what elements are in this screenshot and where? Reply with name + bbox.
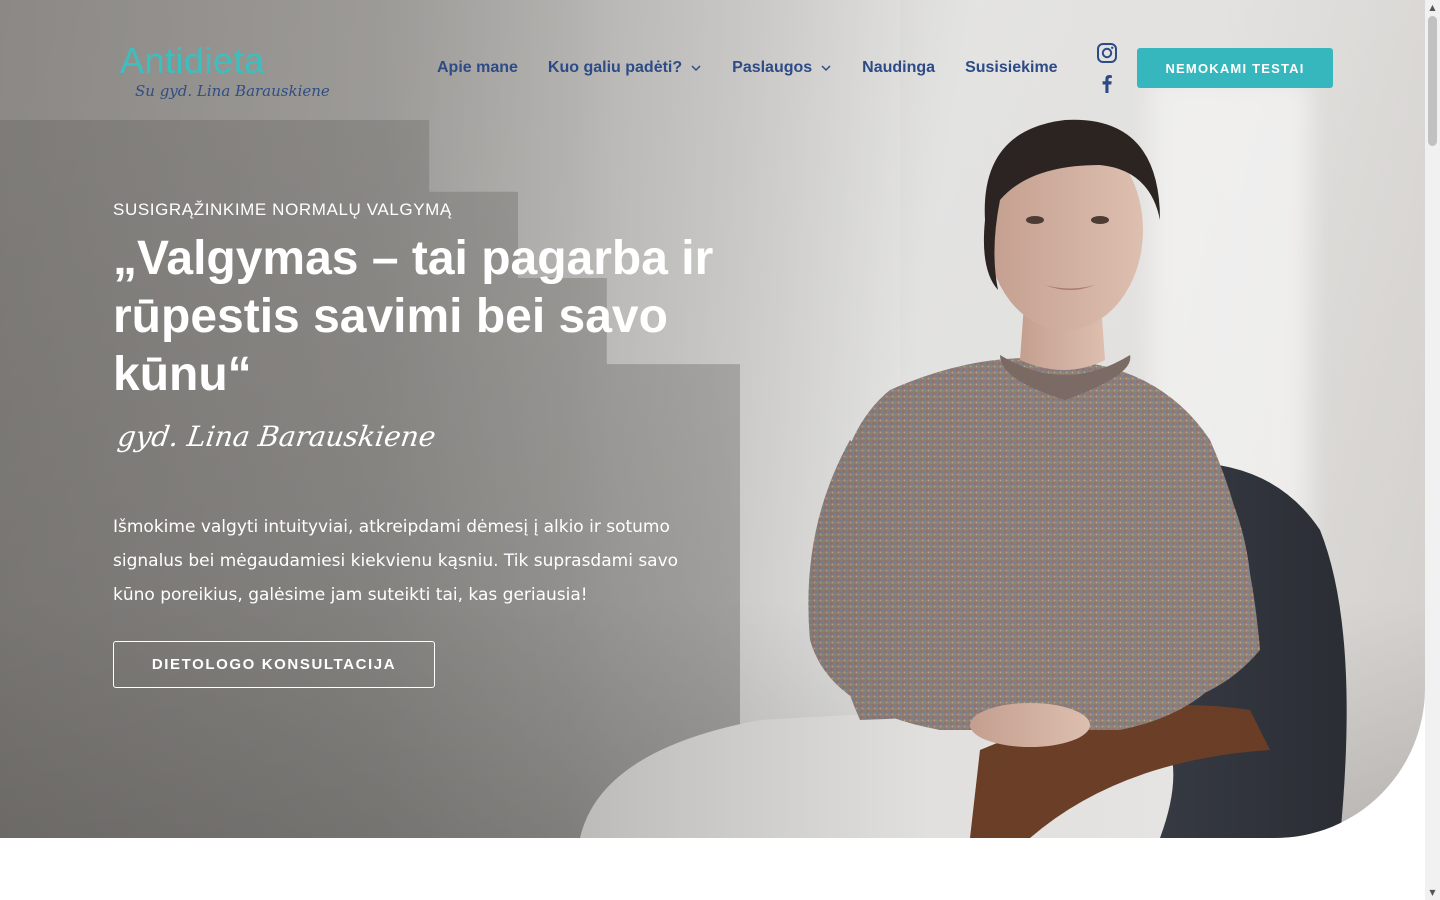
social-links: [1096, 42, 1118, 96]
hero-overlay: [0, 0, 1425, 838]
chevron-down-icon: [691, 65, 701, 72]
nav-item-paslaugos[interactable]: Paslaugos: [732, 59, 832, 77]
hero-eyebrow: SUSIGRĄŽINKIME NORMALŲ VALGYMĄ: [113, 200, 452, 219]
logo-text: Antidieta: [120, 40, 265, 81]
consultation-button[interactable]: DIETOLOGO KONSULTACIJA: [113, 641, 435, 688]
nav-item-label: Naudinga: [862, 59, 936, 76]
scroll-up-arrow-icon[interactable]: ▲: [1425, 0, 1440, 15]
instagram-icon[interactable]: [1096, 42, 1118, 64]
scrollbar-thumb[interactable]: [1428, 16, 1437, 146]
facebook-icon[interactable]: [1096, 72, 1118, 94]
page: Antidieta Su gyd. Lina Barauskiene Apie …: [0, 0, 1440, 900]
nav-item-label: Paslaugos: [732, 59, 813, 76]
logo-subtitle: Su gyd. Lina Barauskiene: [135, 82, 330, 100]
scroll-down-arrow-icon[interactable]: ▼: [1425, 885, 1440, 900]
nav-item-kuo-galiu-padeti[interactable]: Kuo galiu padėti?: [548, 59, 702, 77]
main-nav: Apie mane Kuo galiu padėti? Paslaugos Na…: [437, 57, 1088, 79]
nav-item-label: Apie mane: [437, 59, 518, 76]
page-scrollbar[interactable]: ▲ ▼: [1425, 0, 1440, 900]
hero-signature: gyd. Lina Barauskiene: [115, 420, 438, 453]
nav-item-susisiekime[interactable]: Susisiekime: [965, 59, 1058, 77]
nav-item-naudinga[interactable]: Naudinga: [862, 59, 935, 77]
hero-section: [0, 0, 1425, 838]
free-tests-button[interactable]: NEMOKAMI TESTAI: [1137, 48, 1333, 88]
site-logo[interactable]: Antidieta Su gyd. Lina Barauskiene: [120, 40, 330, 115]
chevron-down-icon: [821, 65, 831, 72]
hero-headline: „Valgymas – tai pagarba ir rūpestis savi…: [113, 232, 714, 401]
nav-item-apie-mane[interactable]: Apie mane: [437, 59, 518, 77]
hero-intro-text: Išmokime valgyti intuityviai, atkreipdam…: [113, 517, 679, 605]
nav-item-label: Susisiekime: [965, 59, 1058, 76]
nav-item-label: Kuo galiu padėti?: [547, 59, 683, 76]
